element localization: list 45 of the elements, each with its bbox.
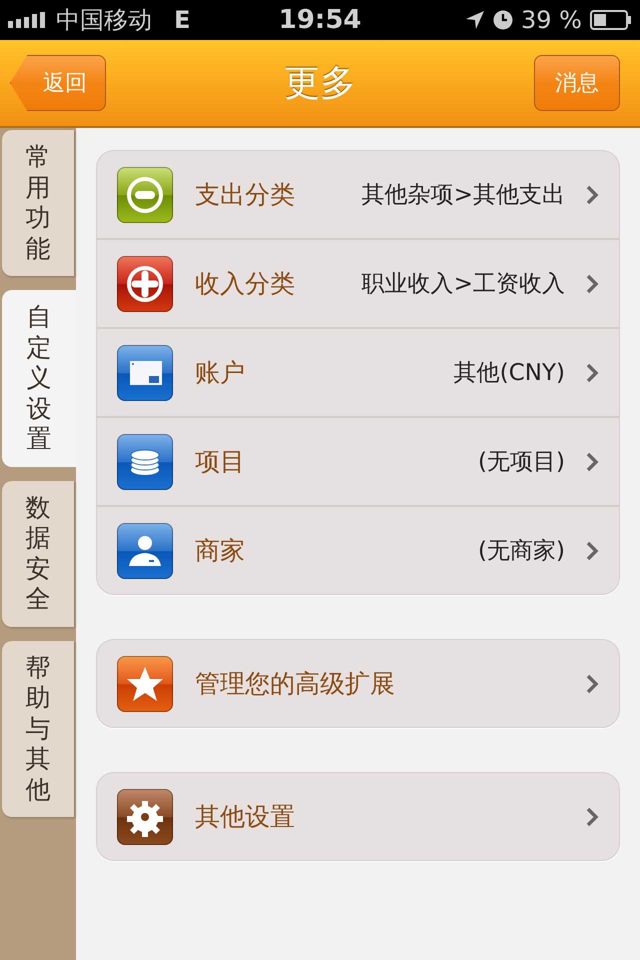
row-label: 其他设置: [195, 801, 295, 833]
row-value: 其他杂项>其他支出: [362, 181, 565, 210]
settings-row[interactable]: 支出分类 其他杂项>其他支出: [97, 151, 619, 238]
row-label: 收入分类: [195, 268, 295, 300]
sidebar-tab[interactable]: 帮助与其他: [2, 640, 74, 817]
row-label: 商家: [195, 535, 245, 567]
battery-percent: 39 %: [521, 6, 582, 34]
settings-icon: [117, 788, 173, 844]
card-icon: [117, 344, 173, 400]
plus-icon: [117, 256, 173, 312]
row-value: 职业收入>工资收入: [362, 270, 565, 299]
chevron-icon: [585, 806, 599, 828]
chevron-icon: [585, 672, 599, 694]
row-label: 账户: [195, 357, 245, 389]
settings-row[interactable]: 项目 (无项目): [97, 416, 619, 505]
status-time: 19:54: [278, 5, 362, 35]
carrier-name: 中国移动: [56, 5, 152, 36]
settings-row[interactable]: 其他设置: [97, 773, 619, 860]
chevron-icon: [585, 362, 599, 384]
row-label: 项目: [195, 446, 245, 478]
battery-icon: [590, 10, 632, 30]
row-value: (无项目): [478, 448, 565, 477]
chevron-icon: [585, 450, 599, 472]
coin-stack-icon: [117, 434, 173, 490]
location-arrow-icon: [465, 10, 485, 30]
page-title: 更多: [284, 62, 356, 106]
row-label: 支出分类: [195, 179, 295, 211]
settings-row[interactable]: 商家 (无商家): [97, 505, 619, 594]
settings-row[interactable]: 管理您的高级扩展: [97, 640, 619, 727]
network-type: E: [174, 6, 190, 34]
row-value: (无商家): [478, 537, 565, 566]
signal-icon: [8, 12, 48, 28]
person-icon: [117, 522, 173, 578]
minus-icon: [117, 166, 173, 222]
row-label: 管理您的高级扩展: [195, 668, 395, 700]
settings-row[interactable]: 账户 其他(CNY): [97, 327, 619, 416]
sidebar-tab[interactable]: 常用功能: [2, 130, 74, 276]
settings-row[interactable]: 收入分类 职业收入>工资收入: [97, 238, 619, 327]
row-value: 其他(CNY): [454, 359, 565, 388]
chevron-icon: [585, 184, 599, 206]
chevron-icon: [585, 540, 599, 562]
clock-icon: [493, 10, 513, 30]
sidebar-tab[interactable]: 数据安全: [2, 480, 74, 626]
chevron-icon: [585, 272, 599, 294]
sidebar-tab[interactable]: 自定义设置: [2, 290, 76, 466]
